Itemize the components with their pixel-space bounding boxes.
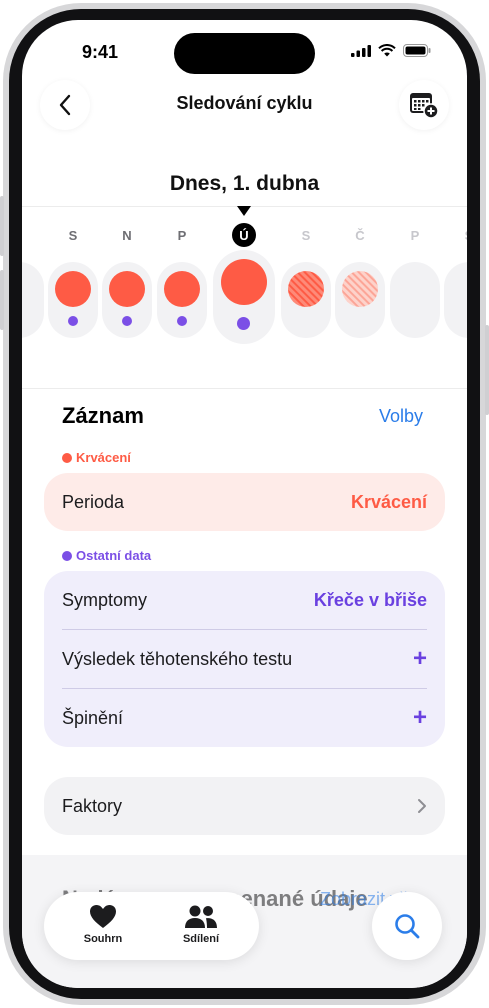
day-letter: N	[122, 228, 132, 243]
date-title: Dnes, 1. dubna	[169, 172, 320, 195]
bleeding-category-dot	[62, 452, 72, 463]
chevron-right-icon	[418, 799, 426, 813]
day-letter: Č	[355, 228, 365, 243]
period-value: Krvácení	[350, 491, 427, 512]
day-pill-predicted[interactable]	[281, 262, 331, 338]
add-pregnancy-test-button[interactable]: +	[413, 645, 427, 673]
calendar-button[interactable]	[399, 80, 449, 130]
pregnancy-test-label: Výsledek těhotenského testu	[62, 648, 293, 669]
screen: 9:41 Sledování cyklu Dnes, 1. dubna S N …	[22, 20, 467, 988]
factors-label: Faktory	[62, 795, 123, 816]
signal-icon	[351, 44, 371, 57]
other-category-dot	[62, 550, 72, 561]
today-pointer-icon	[237, 206, 251, 216]
people-icon	[185, 905, 217, 928]
battery-icon	[403, 44, 431, 57]
other-data-dot	[177, 316, 187, 326]
calendar-add-icon	[410, 93, 439, 119]
tab-sharing[interactable]: Sdílení	[156, 900, 246, 945]
dynamic-island	[174, 33, 315, 74]
period-row[interactable]: Perioda Krvácení	[62, 473, 427, 531]
period-card[interactable]: Perioda Krvácení	[44, 473, 445, 531]
other-category-text: Ostatní data	[76, 548, 152, 563]
day-pill[interactable]	[157, 262, 207, 338]
symptoms-value: Křeče v břiše	[313, 589, 427, 610]
other-data-dot	[122, 316, 132, 326]
day-letter: S	[454, 228, 467, 243]
bleeding-category-label: Krvácení	[62, 450, 131, 465]
factors-row[interactable]: Faktory	[62, 777, 427, 835]
search-icon	[395, 914, 420, 939]
other-data-dot	[68, 316, 78, 326]
bleeding-dot	[164, 271, 200, 307]
day-pill[interactable]	[22, 262, 44, 338]
day-letter: P	[410, 228, 420, 243]
bleeding-dot	[221, 259, 267, 305]
day-pill[interactable]	[102, 262, 152, 338]
predicted-period-dot	[288, 271, 324, 307]
tab-summary-label: Souhrn	[83, 933, 123, 945]
record-title: Záznam	[62, 403, 144, 428]
volume-button-lower	[0, 270, 4, 330]
other-category-label: Ostatní data	[62, 548, 151, 563]
day-pill[interactable]	[444, 262, 467, 338]
wifi-icon	[378, 44, 396, 57]
bleeding-dot	[55, 271, 91, 307]
volume-button	[0, 196, 4, 256]
day-pill-predicted[interactable]	[335, 262, 385, 338]
pregnancy-test-row[interactable]: Výsledek těhotenského testu +	[62, 630, 427, 688]
day-letter: S	[68, 228, 78, 243]
day-letter: P	[22, 228, 32, 243]
day-pill-today[interactable]	[213, 250, 275, 344]
other-data-card: Symptomy Křeče v břiše Výsledek těhotens…	[44, 571, 445, 747]
bleeding-dot	[109, 271, 145, 307]
power-button	[485, 325, 489, 415]
add-spotting-button[interactable]: +	[413, 704, 427, 732]
tab-sharing-label: Sdílení	[182, 933, 220, 945]
symptoms-label: Symptomy	[62, 589, 148, 610]
divider	[22, 388, 467, 389]
day-pill[interactable]	[390, 262, 440, 338]
symptoms-row[interactable]: Symptomy Křeče v břiše	[62, 571, 427, 629]
tab-bar: Souhrn Sdílení	[44, 892, 259, 960]
period-label: Perioda	[62, 491, 125, 512]
tab-summary[interactable]: Souhrn	[58, 900, 148, 945]
today-badge: Ú	[232, 223, 256, 247]
other-data-dot	[237, 317, 250, 330]
spotting-label: Špinění	[62, 707, 124, 728]
factors-card[interactable]: Faktory	[44, 777, 445, 835]
status-time: 9:41	[82, 42, 119, 62]
predicted-period-dot	[342, 271, 378, 307]
heart-icon	[90, 905, 116, 928]
day-letter: P	[177, 228, 187, 243]
options-link[interactable]: Volby	[379, 406, 423, 427]
day-letter: S	[301, 228, 311, 243]
bleeding-category-text: Krvácení	[76, 450, 131, 465]
spotting-row[interactable]: Špinění +	[62, 689, 427, 747]
status-icons	[351, 44, 431, 57]
day-pill[interactable]	[48, 262, 98, 338]
search-button[interactable]	[372, 892, 442, 960]
